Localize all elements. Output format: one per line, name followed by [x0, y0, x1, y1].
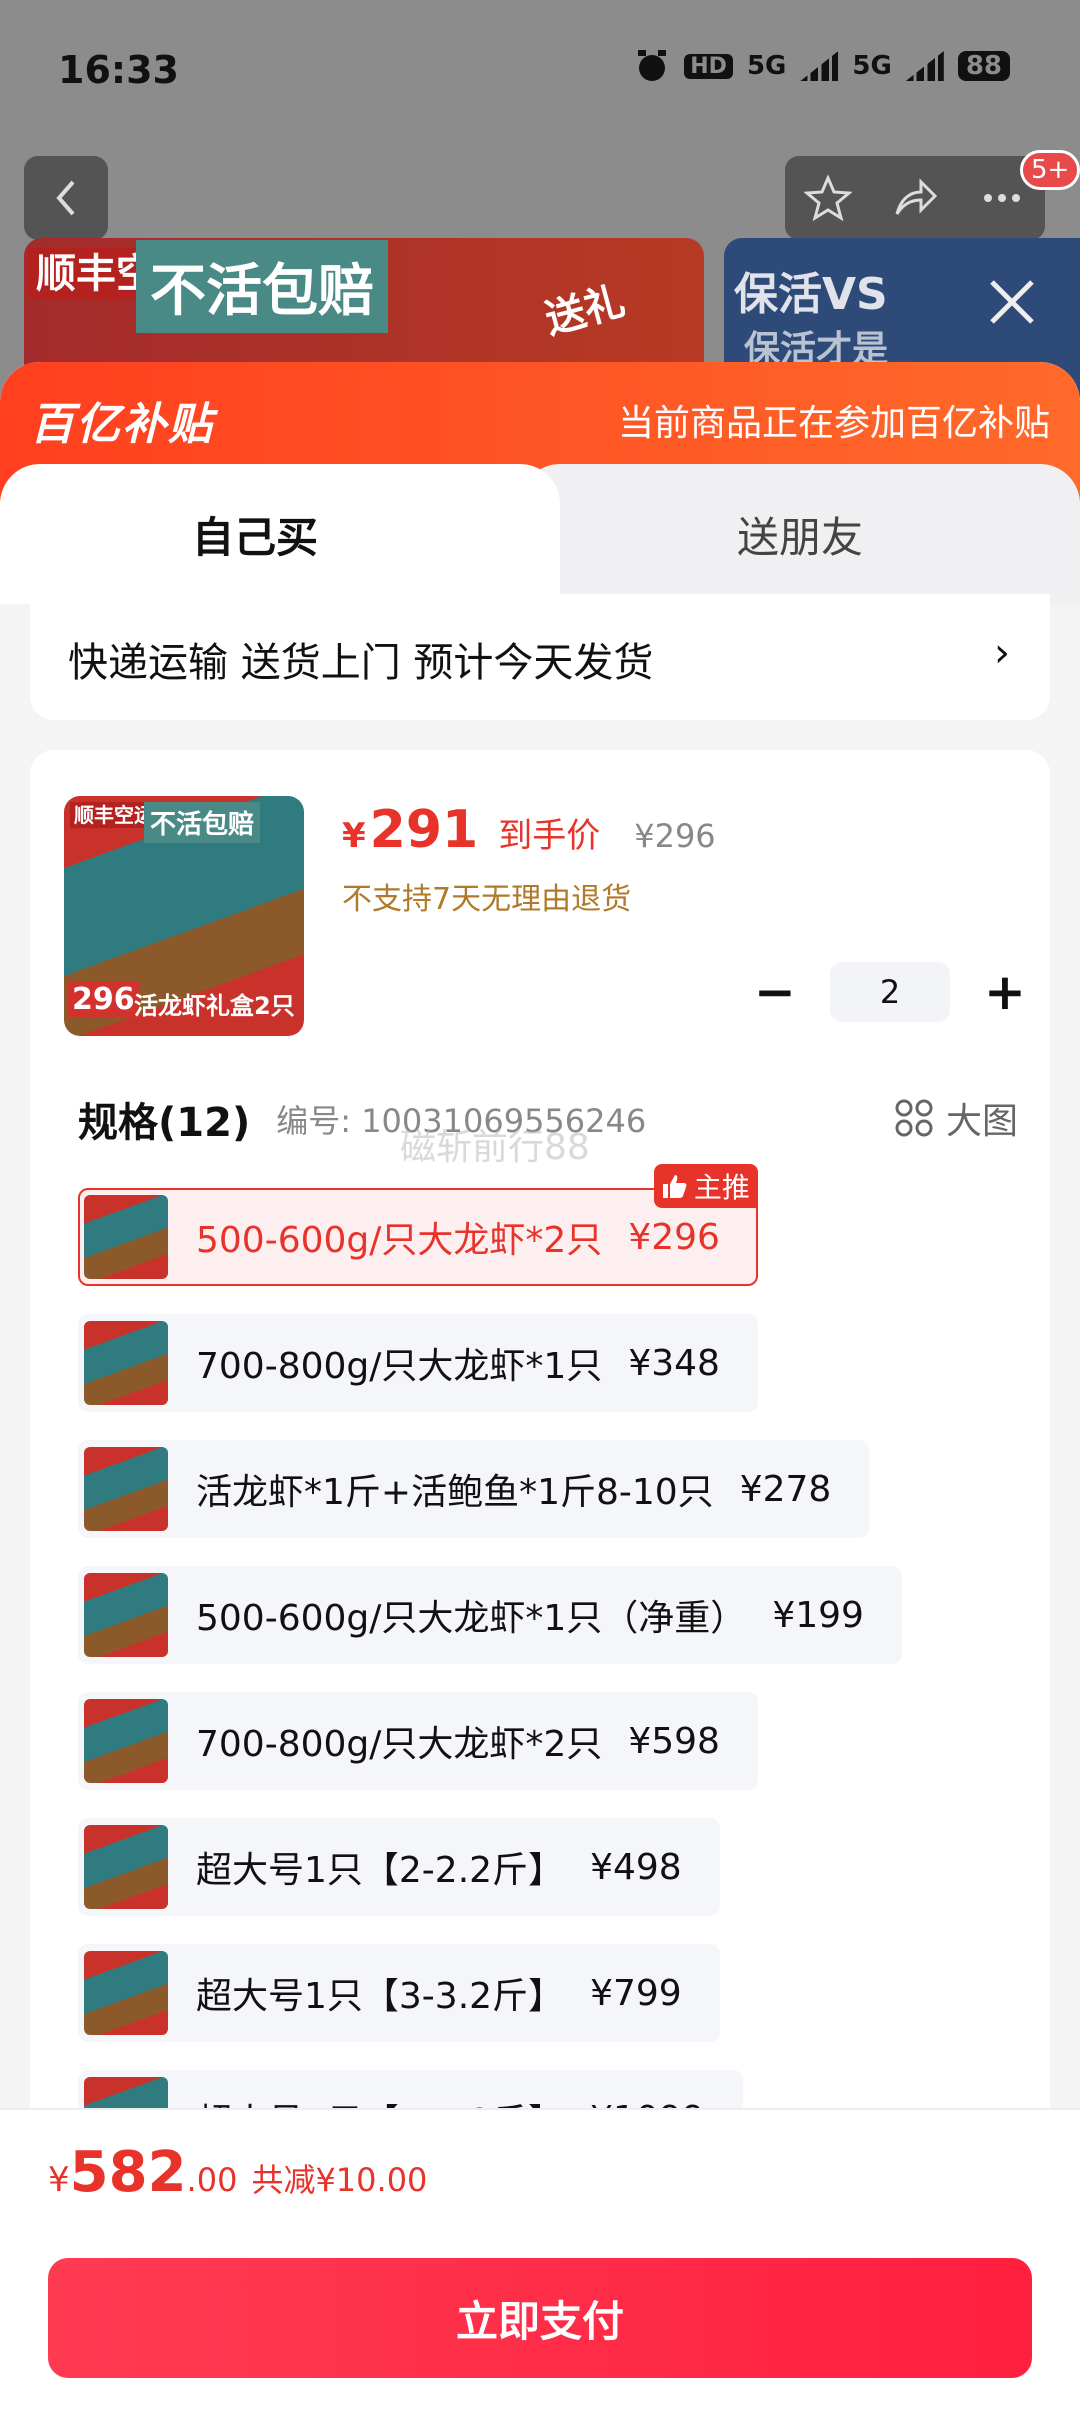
spec-thumbnail: [84, 1825, 168, 1909]
total-integer: 582: [69, 2140, 187, 2205]
big-view-button[interactable]: 大图: [894, 1092, 1018, 1144]
product-image[interactable]: 顺丰空运 不活包赔 296 活龙虾礼盒2只: [64, 796, 304, 1036]
banner-title: 不活包赔: [136, 240, 388, 333]
pay-now-button[interactable]: 立即支付: [48, 2258, 1032, 2378]
spec-price: ¥498: [590, 1846, 682, 1888]
purchase-sheet: 百亿补贴 当前商品正在参加百亿补贴 送朋友 自己买 快递运输 送货上门 预计今天…: [0, 362, 1080, 2412]
recommended-badge: 主推: [653, 1164, 758, 1208]
total-price: ¥ 582 .00 共减¥10.00: [48, 2140, 427, 2205]
spec-label: 500-600g/只大龙虾*1只（净重）: [196, 1598, 747, 1639]
close-icon: [990, 280, 1034, 324]
star-icon[interactable]: [804, 174, 853, 222]
subsidy-logo: 百亿补贴: [30, 399, 214, 450]
battery-icon: 88: [957, 51, 1010, 81]
hd-icon: HD: [684, 53, 733, 79]
chevron-right-icon: ›: [994, 630, 1010, 676]
total-decimal: .00: [186, 2161, 238, 2199]
share-icon[interactable]: [891, 174, 939, 222]
spec-option[interactable]: 活龙虾*1斤+活鲍鱼*1斤8-10只 ¥278: [78, 1440, 870, 1538]
back-button[interactable]: [24, 156, 108, 240]
spec-option[interactable]: 500-600g/只大龙虾*2只 ¥296 主推: [78, 1164, 758, 1286]
banner-side-text: 送礼: [540, 278, 630, 344]
discount-text: 共减¥10.00: [251, 2161, 428, 2199]
increase-button[interactable]: +: [980, 963, 1030, 1021]
spec-label: 700-800g/只大龙虾*1只: [196, 1346, 603, 1387]
spec-label: 活龙虾*1斤+活鲍鱼*1斤8-10只: [196, 1472, 714, 1513]
subsidy-note: 当前商品正在参加百亿补贴: [617, 403, 1050, 444]
spec-price: ¥199: [772, 1594, 864, 1636]
decrease-button[interactable]: −: [750, 963, 800, 1021]
top-actions: [785, 156, 1045, 240]
spec-option[interactable]: 700-800g/只大龙虾*1只 ¥348: [78, 1314, 758, 1412]
quantity-input[interactable]: 2: [830, 962, 950, 1022]
delivery-text: 快递运输 送货上门 预计今天发货: [68, 640, 654, 686]
price-label: 到手价: [498, 816, 601, 856]
spec-price: ¥348: [628, 1342, 720, 1384]
spec-option[interactable]: 超大号1只【3-3.2斤】 ¥799: [78, 1944, 720, 2042]
network-label-1: 5G: [746, 51, 787, 81]
delivery-row[interactable]: 快递运输 送货上门 预计今天发货 ›: [30, 594, 1050, 720]
final-price: 291: [369, 800, 479, 860]
checkout-bar: ¥ 582 .00 共减¥10.00 立即支付: [0, 2108, 1080, 2412]
spec-label: 700-800g/只大龙虾*2只: [196, 1724, 603, 1765]
spec-price: ¥799: [590, 1972, 682, 2014]
banner2-title: 保活VS: [734, 269, 888, 320]
recommended-label: 主推: [693, 1171, 750, 1204]
return-policy: 不支持7天无理由退货: [342, 882, 632, 917]
signal-icon: [905, 51, 944, 81]
price-row: ¥ 291 到手价 ¥296: [342, 800, 716, 860]
spec-option[interactable]: 超大号1只【2-2.2斤】 ¥498: [78, 1818, 720, 1916]
thumbs-up-icon: [662, 1175, 687, 1198]
image-price: 296: [68, 982, 139, 1017]
close-button[interactable]: [980, 270, 1044, 334]
spec-label: 500-600g/只大龙虾*2只: [196, 1220, 603, 1261]
chevron-left-icon: [56, 180, 75, 216]
spec-price: ¥278: [739, 1468, 832, 1510]
tab-buy-self[interactable]: 自己买: [0, 464, 560, 604]
tab-gift-friend[interactable]: 送朋友: [520, 464, 1080, 604]
network-label-2: 5G: [852, 51, 892, 81]
image-title: 不活包赔: [144, 802, 261, 843]
grid-icon: [895, 1099, 933, 1137]
total-symbol: ¥: [48, 2160, 70, 2200]
spec-thumbnail: [84, 1573, 168, 1657]
spec-thumbnail: [84, 1447, 168, 1531]
spec-option[interactable]: 700-800g/只大龙虾*2只 ¥598: [78, 1692, 758, 1790]
quantity-stepper: − 2 +: [750, 962, 1030, 1022]
spec-option[interactable]: 500-600g/只大龙虾*1只（净重） ¥199: [78, 1566, 902, 1664]
watermark: 磁斩前行88: [400, 1127, 590, 1168]
status-bar: 16:33 HD 5G 5G 88: [0, 0, 1080, 140]
notification-badge: 5+: [1020, 150, 1080, 190]
signal-icon: [800, 51, 839, 81]
spec-thumbnail: [84, 1321, 168, 1405]
spec-price: ¥296: [628, 1216, 720, 1258]
spec-price: ¥598: [628, 1720, 720, 1762]
spec-label: 超大号1只【3-3.2斤】: [196, 1976, 565, 2017]
spec-label: 超大号1只【2-2.2斤】: [196, 1850, 565, 1891]
spec-thumbnail: [84, 1951, 168, 2035]
image-caption: 活龙虾礼盒2只: [134, 992, 295, 1020]
more-icon[interactable]: [978, 174, 1026, 222]
alarm-icon: [638, 50, 667, 81]
original-price: ¥296: [634, 817, 716, 855]
status-icons: HD 5G 5G 88: [634, 48, 1010, 84]
spec-thumbnail: [84, 1195, 168, 1279]
purchase-tabs: 送朋友 自己买: [0, 464, 1080, 604]
spec-thumbnail: [84, 1699, 168, 1783]
big-view-label: 大图: [945, 1101, 1018, 1142]
price-symbol: ¥: [342, 816, 366, 856]
spec-list: 500-600g/只大龙虾*2只 ¥296 主推 700-800g/只大龙虾*1…: [78, 1164, 1038, 2196]
status-time: 16:33: [58, 48, 179, 92]
spec-title: 规格(12): [78, 1100, 251, 1146]
